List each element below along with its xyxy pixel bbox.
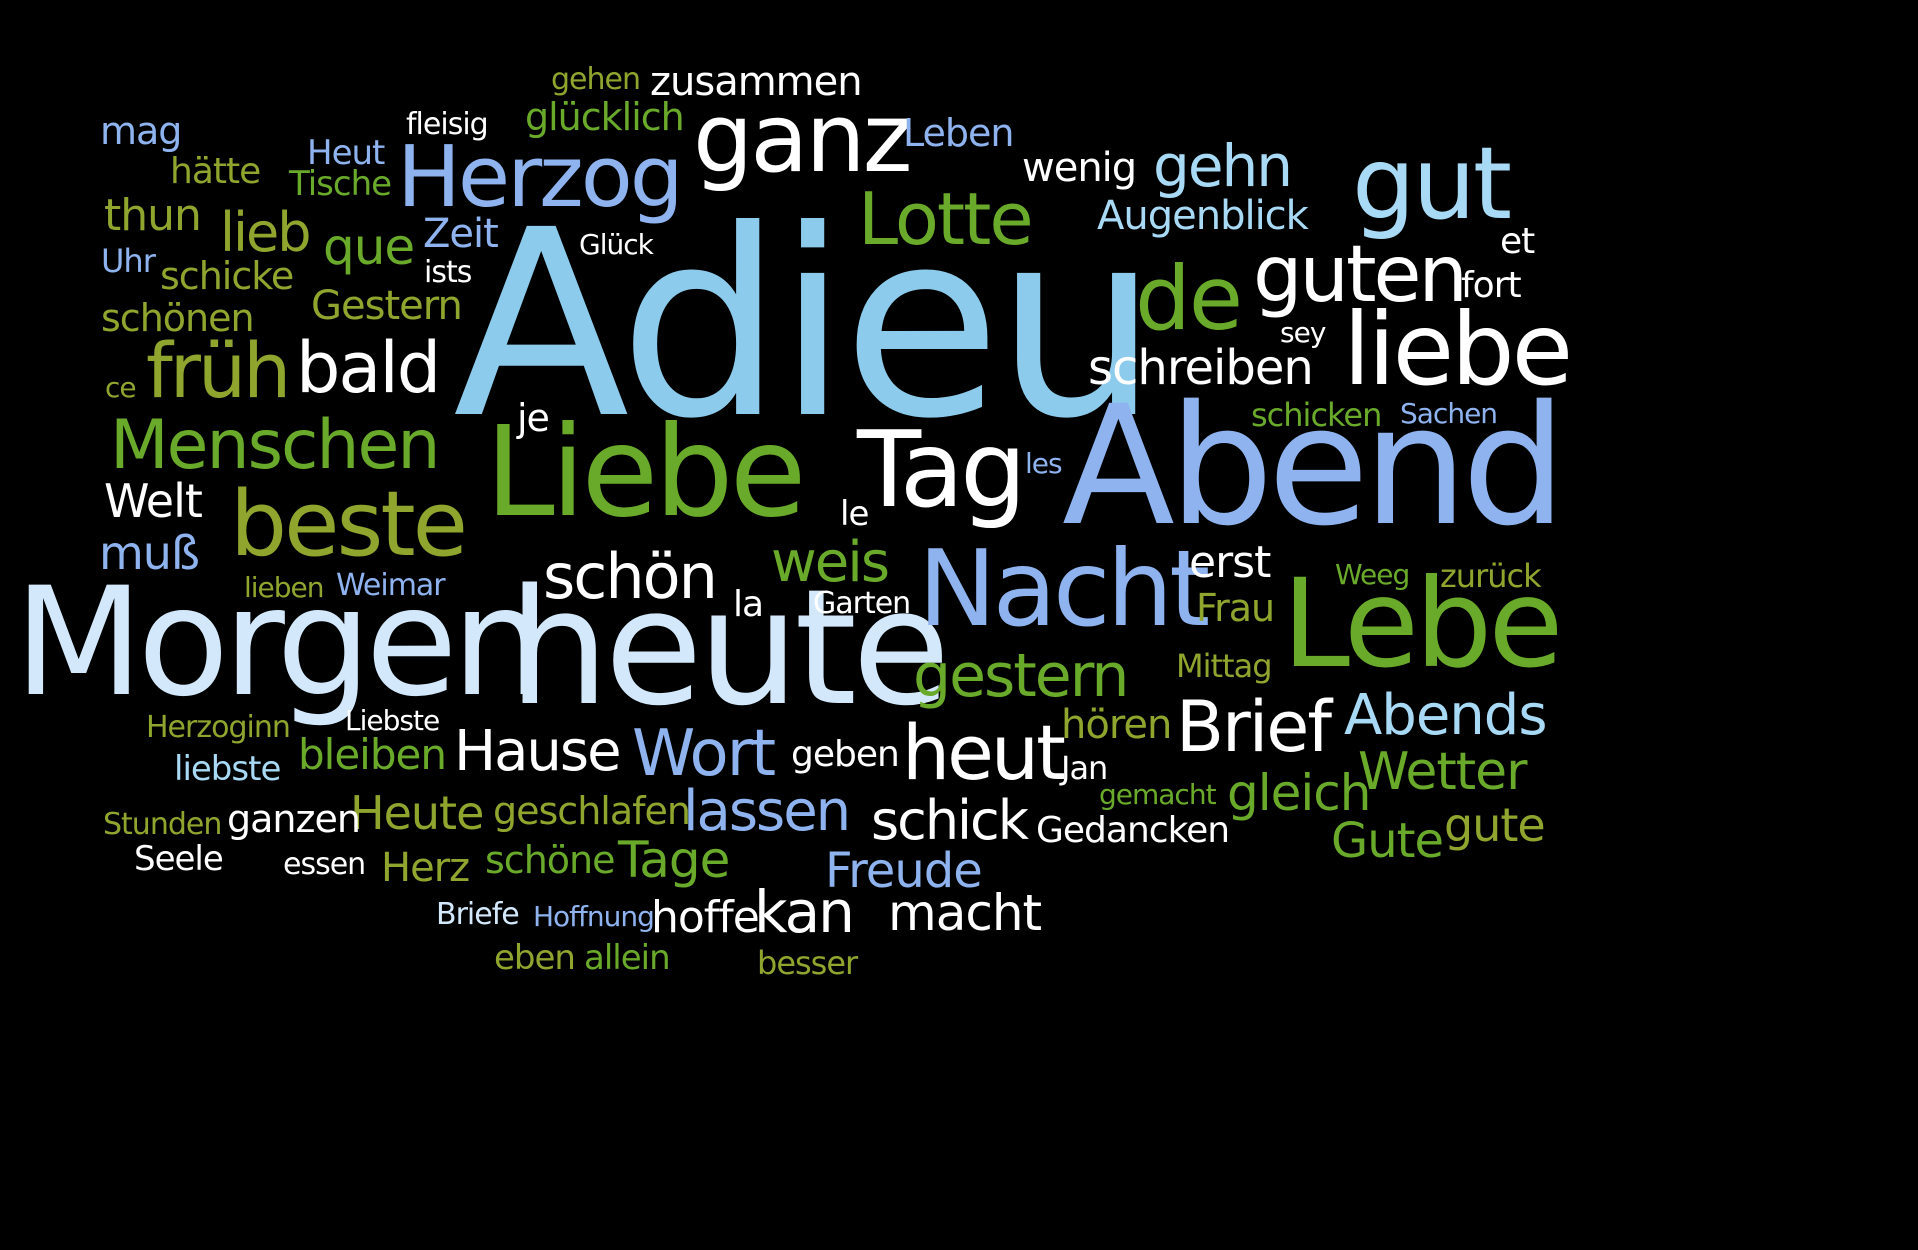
word-fleisig: fleisig	[406, 107, 489, 142]
word-muss: muß	[99, 526, 200, 580]
word-tag: Tag	[857, 409, 1027, 531]
word-gute-cap: Gute	[1331, 813, 1444, 869]
word-guten: guten	[1253, 230, 1468, 320]
word-cloud: Adieu Morgen heute Abend Liebe Lebe Nach…	[0, 0, 1918, 1250]
word-wenig: wenig	[1022, 145, 1137, 191]
word-beste: beste	[230, 472, 468, 577]
word-fort: fort	[1461, 265, 1522, 306]
word-gehn: gehn	[1153, 132, 1293, 200]
word-lotte: Lotte	[858, 177, 1034, 261]
word-schoenen: schönen	[101, 296, 255, 340]
word-gute: gute	[1444, 798, 1546, 852]
word-ganz: ganz	[693, 84, 913, 194]
word-gluecklich: glücklich	[525, 95, 685, 139]
word-eben: eben	[494, 938, 576, 978]
word-de: de	[1135, 247, 1243, 350]
word-lieben: lieben	[244, 571, 325, 604]
word-macht: macht	[888, 884, 1042, 942]
word-schoene: schöne	[485, 838, 615, 882]
word-bleiben: bleiben	[298, 730, 447, 779]
word-briefe: Briefe	[436, 897, 520, 932]
word-les: les	[1025, 447, 1063, 480]
word-brief: Brief	[1176, 686, 1332, 768]
word-je: je	[517, 396, 550, 440]
word-hoffnung: Hoffnung	[533, 900, 655, 933]
word-haette: hätte	[170, 151, 261, 192]
word-que: que	[323, 218, 415, 276]
word-liebste-cap: Liebste	[345, 704, 440, 737]
word-le: le	[840, 494, 869, 534]
word-tage: Tage	[618, 831, 730, 889]
word-ce: ce	[105, 371, 137, 404]
word-nacht: Nacht	[918, 528, 1210, 650]
word-wort: Wort	[632, 717, 776, 791]
word-gut: gut	[1352, 125, 1512, 242]
word-ists: ists	[424, 255, 472, 290]
word-heut: heut	[902, 708, 1066, 797]
word-mag: mag	[100, 109, 182, 153]
word-abends: Abends	[1344, 683, 1548, 748]
word-wetter: Wetter	[1358, 742, 1528, 802]
word-weimar: Weimar	[336, 568, 446, 603]
word-hoffe: hoffe	[651, 892, 760, 943]
word-allein: allein	[584, 938, 671, 978]
word-herzog: Herzog	[397, 128, 684, 227]
word-schick: schick	[871, 789, 1029, 852]
word-hoeren: hören	[1061, 702, 1172, 748]
word-stunden: Stunden	[103, 807, 222, 842]
word-herzoginn: Herzoginn	[146, 710, 291, 745]
word-frueh: früh	[146, 326, 291, 415]
word-gestern-cap: Gestern	[311, 283, 463, 329]
word-leben: Leben	[903, 111, 1014, 155]
word-gleich: gleich	[1227, 764, 1371, 822]
word-seele: Seele	[134, 839, 224, 879]
word-liebste: liebste	[174, 749, 281, 789]
word-lieb: lieb	[220, 201, 312, 264]
word-mittag: Mittag	[1176, 647, 1273, 685]
word-schreiben: schreiben	[1088, 340, 1314, 396]
word-weis: weis	[771, 530, 890, 595]
word-gehen: gehen	[551, 62, 641, 97]
word-welt: Welt	[104, 474, 203, 528]
word-erst: erst	[1189, 537, 1271, 588]
word-garten: Garten	[813, 586, 911, 621]
word-sey: sey	[1280, 316, 1326, 349]
word-tische: Tische	[289, 164, 392, 204]
word-menschen: Menschen	[110, 406, 440, 485]
word-ganzen: ganzen	[227, 797, 361, 841]
word-zurueck: zurück	[1440, 557, 1542, 595]
word-geben: geben	[791, 734, 900, 775]
word-gemacht: gemacht	[1099, 778, 1217, 811]
word-besser: besser	[757, 944, 858, 982]
word-essen: essen	[283, 847, 366, 882]
word-geschlafen: geschlafen	[493, 789, 691, 833]
word-heute-cap: Heute	[350, 786, 484, 840]
word-augenblick: Augenblick	[1097, 193, 1309, 239]
word-schoen: schön	[543, 540, 718, 613]
word-thun: thun	[104, 190, 202, 241]
word-et: et	[1500, 221, 1535, 262]
word-schicken: schicken	[1251, 396, 1382, 434]
word-bald: bald	[296, 327, 441, 409]
word-frau: Frau	[1196, 586, 1275, 630]
word-schicke: schicke	[160, 254, 294, 298]
word-gedancken: Gedancken	[1036, 810, 1230, 851]
word-zeit: Zeit	[423, 211, 499, 257]
word-sachen: Sachen	[1400, 397, 1498, 430]
word-la: la	[733, 584, 764, 625]
word-weeg: Weeg	[1335, 558, 1410, 591]
word-herz: Herz	[381, 845, 470, 891]
word-uhr: Uhr	[101, 242, 156, 280]
word-gestern: gestern	[913, 641, 1129, 711]
word-glueck: Glück	[579, 228, 654, 261]
word-hause: Hause	[454, 719, 622, 784]
